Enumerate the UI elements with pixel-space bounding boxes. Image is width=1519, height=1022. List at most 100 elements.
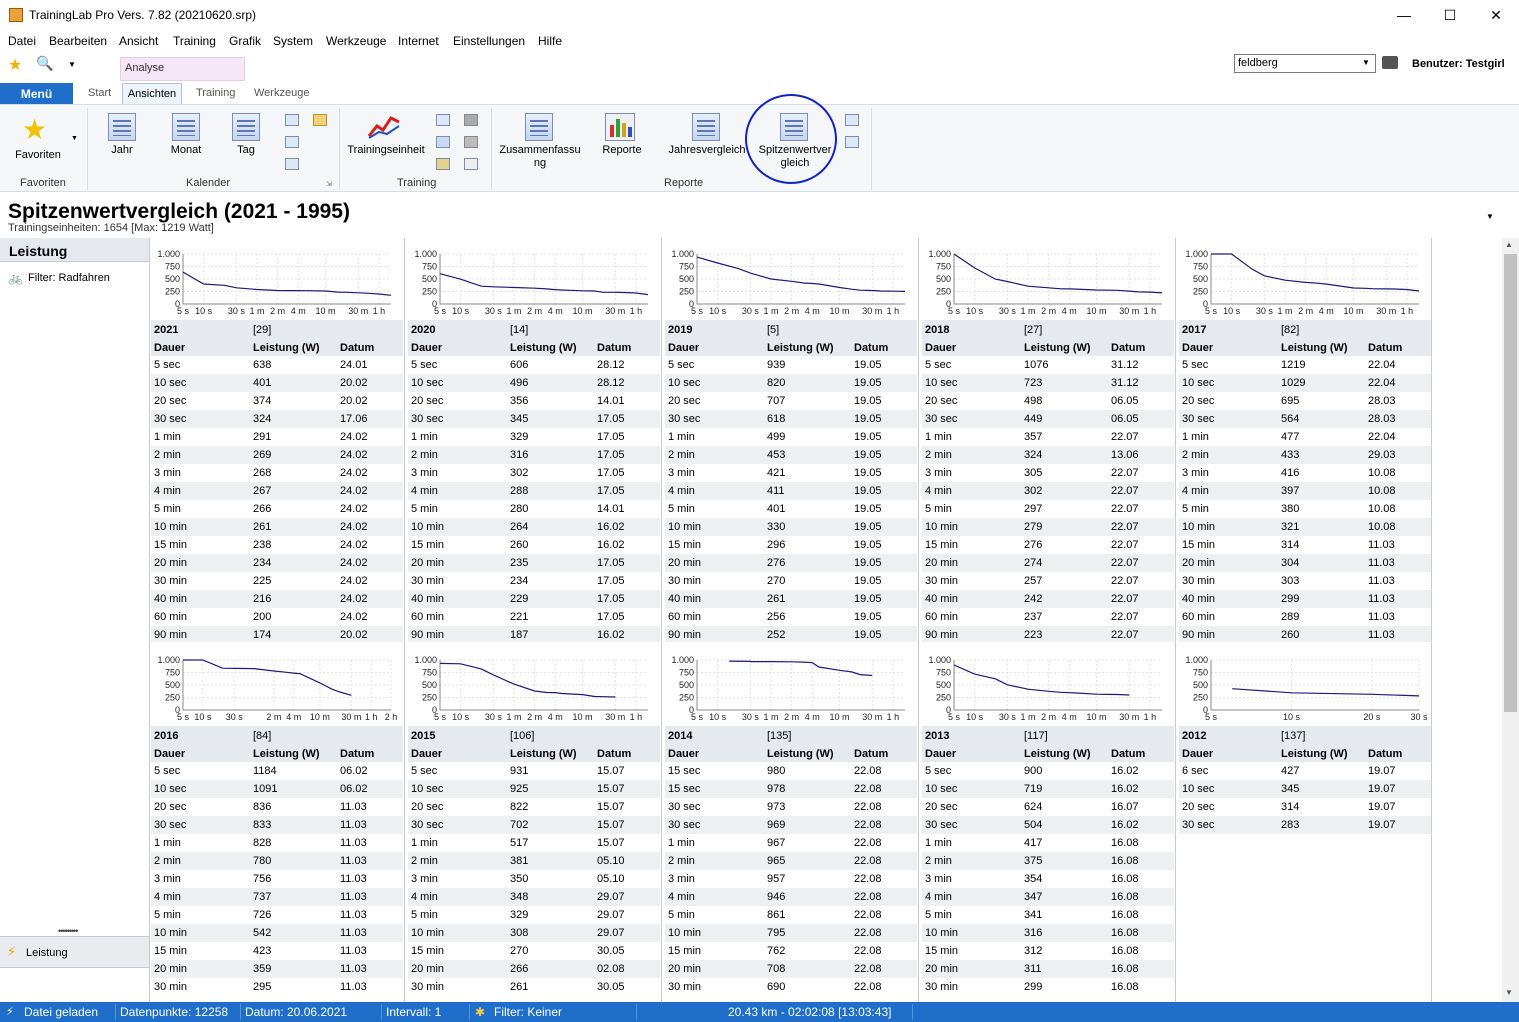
menu-grafik[interactable]: Grafik: [229, 34, 261, 48]
table-row[interactable]: 5 sec 931 15.07: [408, 762, 660, 780]
table-row[interactable]: 30 min 299 16.08: [922, 978, 1174, 996]
table-row[interactable]: 1 min 291 24.02: [151, 428, 403, 446]
table-row[interactable]: 5 min 380 10.08: [1179, 500, 1431, 518]
table-row[interactable]: 2 min 433 29.03: [1179, 446, 1431, 464]
calendar-small-icon[interactable]: [845, 114, 859, 126]
table-row[interactable]: 10 sec 496 28.12: [408, 374, 660, 392]
table-row[interactable]: 4 min 348 29.07: [408, 888, 660, 906]
table-row[interactable]: 15 min 423 11.03: [151, 942, 403, 960]
table-row[interactable]: 20 sec 624 16.07: [922, 798, 1174, 816]
table-row[interactable]: 20 min 274 22.07: [922, 554, 1174, 572]
table-row[interactable]: 1 min 517 15.07: [408, 834, 660, 852]
table-row[interactable]: 5 sec 900 16.02: [922, 762, 1174, 780]
table-row[interactable]: 5 min 329 29.07: [408, 906, 660, 924]
menu-button[interactable]: Menü: [0, 83, 73, 105]
search-icon[interactable]: 🔍: [36, 55, 53, 72]
menu-datei[interactable]: Datei: [8, 34, 36, 48]
table-row[interactable]: 30 sec 618 19.05: [665, 410, 917, 428]
table-row[interactable]: 4 min 737 11.03: [151, 888, 403, 906]
calendar-month-icon[interactable]: [172, 113, 200, 141]
table-row[interactable]: 20 sec 695 28.03: [1179, 392, 1431, 410]
table-row[interactable]: 30 sec 345 17.05: [408, 410, 660, 428]
table-row[interactable]: 60 min 221 17.05: [408, 608, 660, 626]
table-row[interactable]: 90 min 252 19.05: [665, 626, 917, 642]
table-row[interactable]: 3 min 421 19.05: [665, 464, 917, 482]
table-row[interactable]: 20 sec 356 14.01: [408, 392, 660, 410]
table-row[interactable]: 15 min 260 16.02: [408, 536, 660, 554]
jahr-button[interactable]: Jahr: [100, 144, 144, 157]
table-row[interactable]: 3 min 302 17.05: [408, 464, 660, 482]
table-row[interactable]: 10 min 264 16.02: [408, 518, 660, 536]
reports-icon[interactable]: [605, 113, 635, 141]
table-row[interactable]: 3 min 354 16.08: [922, 870, 1174, 888]
menu-internet[interactable]: Internet: [398, 34, 439, 48]
jahresvergleich-button[interactable]: Jahresvergleich: [664, 144, 750, 157]
table-row[interactable]: 90 min 260 11.03: [1179, 626, 1431, 642]
sidebar-filter[interactable]: Filter: Radfahren: [28, 272, 110, 284]
table-row[interactable]: 5 min 726 11.03: [151, 906, 403, 924]
summary-icon[interactable]: [525, 113, 553, 141]
table-row[interactable]: 15 sec 980 22.08: [665, 762, 917, 780]
table-row[interactable]: 4 min 411 19.05: [665, 482, 917, 500]
table-row[interactable]: 3 min 305 22.07: [922, 464, 1174, 482]
menu-werkzeuge[interactable]: Werkzeuge: [326, 34, 386, 48]
scroll-up-icon[interactable]: ▲: [1505, 240, 1513, 249]
table-row[interactable]: 10 min 795 22.08: [665, 924, 917, 942]
table-row[interactable]: 2 min 965 22.08: [665, 852, 917, 870]
table-row[interactable]: 20 min 311 16.08: [922, 960, 1174, 978]
table-row[interactable]: 20 min 276 19.05: [665, 554, 917, 572]
table-row[interactable]: 60 min 200 24.02: [151, 608, 403, 626]
table-row[interactable]: 5 sec 606 28.12: [408, 356, 660, 374]
table-row[interactable]: 5 sec 638 24.01: [151, 356, 403, 374]
table-row[interactable]: 3 min 416 10.08: [1179, 464, 1431, 482]
table-row[interactable]: 15 min 296 19.05: [665, 536, 917, 554]
sidebar-nav-leistung[interactable]: [0, 936, 149, 968]
table-row[interactable]: 10 sec 719 16.02: [922, 780, 1174, 798]
table-row[interactable]: 4 min 267 24.02: [151, 482, 403, 500]
table-row[interactable]: 30 min 261 30.05: [408, 978, 660, 996]
table-row[interactable]: 30 sec 969 22.08: [665, 816, 917, 834]
table-row[interactable]: 40 min 242 22.07: [922, 590, 1174, 608]
minimize-icon[interactable]: —: [1381, 0, 1427, 31]
calendar-year-icon[interactable]: [108, 113, 136, 141]
tab-ansichten[interactable]: Ansichten: [122, 83, 182, 105]
table-row[interactable]: 3 min 756 11.03: [151, 870, 403, 888]
table-row[interactable]: 30 min 303 11.03: [1179, 572, 1431, 590]
trainingseinheit-button[interactable]: Trainingseinheit: [342, 144, 430, 157]
table-row[interactable]: 30 min 257 22.07: [922, 572, 1174, 590]
favorite-star-icon[interactable]: ★: [8, 55, 22, 75]
globe-icon[interactable]: [845, 136, 859, 148]
table-row[interactable]: 10 min 316 16.08: [922, 924, 1174, 942]
table-row[interactable]: 5 min 401 19.05: [665, 500, 917, 518]
chart-bar-icon[interactable]: [436, 114, 450, 126]
table-row[interactable]: 20 sec 314 19.07: [1179, 798, 1431, 816]
table-row[interactable]: 20 min 235 17.05: [408, 554, 660, 572]
scrollbar-thumb[interactable]: [1504, 254, 1517, 712]
table-row[interactable]: 10 min 261 24.02: [151, 518, 403, 536]
table-row[interactable]: 20 sec 707 19.05: [665, 392, 917, 410]
table-row[interactable]: 40 min 229 17.05: [408, 590, 660, 608]
table-row[interactable]: 30 min 225 24.02: [151, 572, 403, 590]
table-row[interactable]: 30 sec 283 19.07: [1179, 816, 1431, 834]
table-row[interactable]: 20 min 234 24.02: [151, 554, 403, 572]
menu-system[interactable]: System: [273, 34, 313, 48]
chevron-down-icon[interactable]: ▼: [71, 135, 78, 142]
close-icon[interactable]: ✕: [1473, 0, 1519, 31]
table-row[interactable]: 90 min 223 22.07: [922, 626, 1174, 642]
table-row[interactable]: 30 sec 449 06.05: [922, 410, 1174, 428]
chart-column-icon[interactable]: [436, 136, 450, 148]
table-row[interactable]: 10 sec 401 20.02: [151, 374, 403, 392]
table-row[interactable]: 10 sec 723 31.12: [922, 374, 1174, 392]
menu-hilfe[interactable]: Hilfe: [538, 34, 562, 48]
table-row[interactable]: 20 sec 822 15.07: [408, 798, 660, 816]
tag-button[interactable]: Tag: [224, 144, 268, 157]
table-row[interactable]: 15 sec 978 22.08: [665, 780, 917, 798]
table-row[interactable]: 5 sec 939 19.05: [665, 356, 917, 374]
table-row[interactable]: 60 min 256 19.05: [665, 608, 917, 626]
table-row[interactable]: 5 min 266 24.02: [151, 500, 403, 518]
zusammenfassung-button[interactable]: Zusammenfassu ng: [497, 144, 583, 170]
table-row[interactable]: 1 min 499 19.05: [665, 428, 917, 446]
table-row[interactable]: 30 sec 324 17.06: [151, 410, 403, 428]
table-row[interactable]: 1 min 477 22.04: [1179, 428, 1431, 446]
table-row[interactable]: 1 min 329 17.05: [408, 428, 660, 446]
